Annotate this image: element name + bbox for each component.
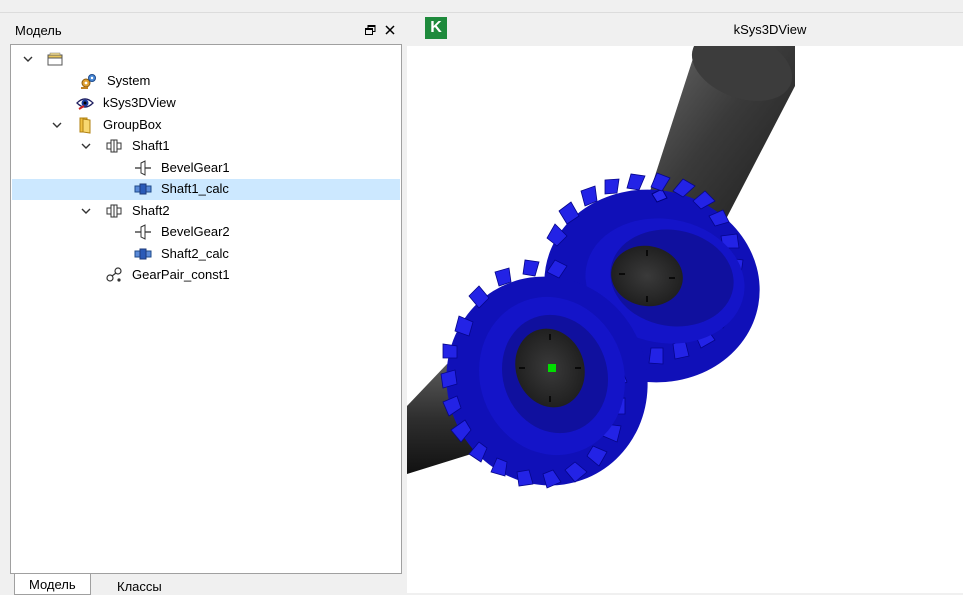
3d-viewport[interactable] bbox=[407, 46, 963, 593]
shaft-calc-icon bbox=[134, 183, 152, 195]
tree-item-system[interactable]: System bbox=[12, 71, 400, 92]
chevron-down-icon[interactable] bbox=[51, 119, 63, 131]
chevron-down-icon[interactable] bbox=[80, 140, 92, 152]
view-title: kSys3DView bbox=[733, 22, 807, 37]
tree-item-label: Shaft2_calc bbox=[161, 246, 229, 261]
tree-item-bevelgear1[interactable]: BevelGear1 bbox=[12, 158, 400, 179]
dock-titlebar: Модель bbox=[10, 16, 402, 44]
tree-item-ksys3dview[interactable]: kSys3DView bbox=[12, 93, 400, 114]
selection-marker bbox=[548, 364, 556, 372]
shaft-icon bbox=[106, 204, 122, 218]
tab-model[interactable]: Модель bbox=[14, 574, 91, 595]
top-strip bbox=[0, 0, 963, 13]
tree-item-shaft1[interactable]: Shaft1 bbox=[12, 136, 400, 157]
tree-item-shaft1-calc[interactable]: Shaft1_calc bbox=[12, 179, 400, 200]
chevron-down-icon[interactable] bbox=[22, 53, 34, 65]
tree-item-label: BevelGear1 bbox=[161, 160, 230, 175]
gear-pair-constraint-icon bbox=[106, 267, 122, 282]
dock-tabbar: Модель Классы bbox=[10, 574, 402, 595]
3d-scene[interactable] bbox=[407, 46, 963, 593]
restore-icon[interactable] bbox=[362, 22, 378, 38]
shaft-icon bbox=[106, 139, 122, 153]
model-tree[interactable]: System kSys3DView GroupBox Shaft1 BevelG… bbox=[10, 44, 402, 574]
view-header: K kSys3DView bbox=[407, 16, 963, 46]
tree-item-label: Shaft1_calc bbox=[161, 181, 229, 196]
folder-icon bbox=[79, 117, 91, 134]
dock-title: Модель bbox=[15, 22, 62, 38]
tree-item-groupbox[interactable]: GroupBox bbox=[12, 115, 400, 136]
3d-view-eye-icon bbox=[76, 98, 94, 110]
tree-item-label: kSys3DView bbox=[103, 95, 176, 110]
system-gears-icon bbox=[81, 74, 96, 89]
tree-item-label: GroupBox bbox=[103, 117, 162, 132]
tree-item-bevelgear2[interactable]: BevelGear2 bbox=[12, 222, 400, 243]
bevel-gear-icon bbox=[135, 160, 151, 176]
tab-classes[interactable]: Классы bbox=[103, 576, 176, 595]
model-dock: Модель System kSys3DView GroupBox Shaft1… bbox=[10, 16, 402, 595]
tree-item-label: Shaft2 bbox=[132, 203, 170, 218]
bevel-gear-icon bbox=[135, 224, 151, 240]
tree-item-label: GearPair_const1 bbox=[132, 267, 230, 282]
tree-item-shaft2-calc[interactable]: Shaft2_calc bbox=[12, 244, 400, 265]
shaft-calc-icon bbox=[134, 248, 152, 260]
tree-item-label: BevelGear2 bbox=[161, 224, 230, 239]
tree-item-shaft2[interactable]: Shaft2 bbox=[12, 201, 400, 222]
tree-item-label: System bbox=[107, 73, 151, 88]
close-icon[interactable] bbox=[382, 22, 398, 38]
tree-item-label: Shaft1 bbox=[132, 138, 170, 153]
chevron-down-icon[interactable] bbox=[80, 205, 92, 217]
tree-item-root[interactable] bbox=[12, 49, 400, 70]
root-window-icon bbox=[47, 52, 63, 66]
tree-item-gearpair-const1[interactable]: GearPair_const1 bbox=[12, 265, 400, 286]
